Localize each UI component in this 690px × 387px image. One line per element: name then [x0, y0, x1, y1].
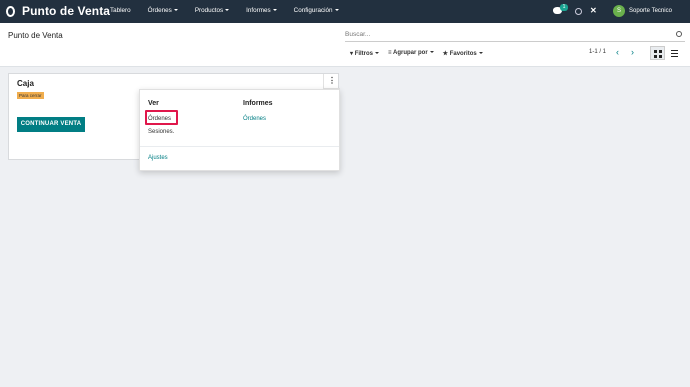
card-menu-button[interactable]: ⋮ [323, 74, 340, 89]
activity-clock-icon[interactable] [575, 8, 582, 15]
menu-item-informes[interactable]: Informes [246, 7, 277, 14]
avatar[interactable]: S [613, 5, 625, 17]
menu-item-productos[interactable]: Productos [195, 7, 230, 14]
control-panel: Punto de Venta Buscar... ▾ Filtros ≡ Agr… [0, 23, 690, 67]
search-placeholder: Buscar... [345, 31, 371, 38]
debug-tools-icon[interactable]: ✕ [590, 6, 597, 15]
filters-button[interactable]: ▾ Filtros [350, 50, 380, 57]
pager-value[interactable]: 1-1 / 1 [589, 49, 606, 55]
pager-previous-button[interactable]: ‹ [616, 47, 619, 57]
grid-icon-cell [659, 55, 662, 58]
card-dropdown-menu: Ver Órdenes Sesiones. Informes Órdenes A… [139, 89, 340, 171]
status-badge: Para cerrar [17, 92, 44, 99]
caret-down-icon [225, 9, 230, 12]
dropdown-item-sesiones[interactable]: Sesiones. [148, 129, 174, 135]
pager-next-button[interactable]: › [631, 47, 634, 57]
search-icon[interactable] [676, 31, 682, 37]
grid-icon-cell [654, 55, 657, 58]
grid-icon [654, 50, 657, 53]
list-icon-line [671, 53, 678, 54]
chat-count-badge: 1 [560, 4, 568, 11]
favorites-button[interactable]: ★ Favoritos [443, 50, 483, 57]
grid-icon-cell [659, 50, 662, 53]
main-menu: Tablero Órdenes Productos Informes Confi… [110, 7, 356, 14]
card-title: Caja [17, 79, 34, 88]
search-options: ▾ Filtros ≡ Agrupar por ★ Favoritos [350, 50, 492, 57]
caret-down-icon [272, 9, 277, 12]
app-title: Punto de Venta [22, 4, 111, 18]
list-icon-line [671, 56, 678, 57]
kanban-view-button[interactable] [650, 46, 665, 60]
top-navbar: Punto de Venta Tablero Órdenes Productos… [0, 0, 690, 23]
caret-down-icon [429, 51, 434, 54]
odoo-logo-icon [6, 5, 15, 17]
search-input[interactable]: Buscar... [345, 29, 685, 42]
list-view-button[interactable] [667, 46, 682, 60]
dropdown-item-informes-ordenes[interactable]: Órdenes [243, 116, 266, 122]
highlight-box [145, 110, 178, 125]
group-by-button[interactable]: ≡ Agrupar por [388, 50, 434, 57]
caret-down-icon [334, 9, 339, 12]
brand[interactable]: Punto de Venta [6, 4, 110, 18]
menu-item-ordenes[interactable]: Órdenes [148, 7, 178, 14]
dropdown-section-informes: Informes [243, 100, 273, 107]
menu-item-configuracion[interactable]: Configuración [294, 7, 339, 14]
menu-item-tablero[interactable]: Tablero [110, 7, 131, 14]
dropdown-section-ver: Ver [148, 100, 159, 107]
dropdown-item-ajustes[interactable]: Ajustes [148, 155, 168, 161]
caret-down-icon [478, 52, 483, 55]
continue-sale-button[interactable]: CONTINUAR VENTA [17, 117, 85, 132]
divider [140, 146, 339, 147]
user-name[interactable]: Soporte Tecnico [629, 8, 672, 14]
list-icon [671, 50, 678, 51]
caret-down-icon [173, 9, 178, 12]
caret-down-icon [375, 52, 380, 55]
page-title: Punto de Venta [8, 31, 63, 40]
